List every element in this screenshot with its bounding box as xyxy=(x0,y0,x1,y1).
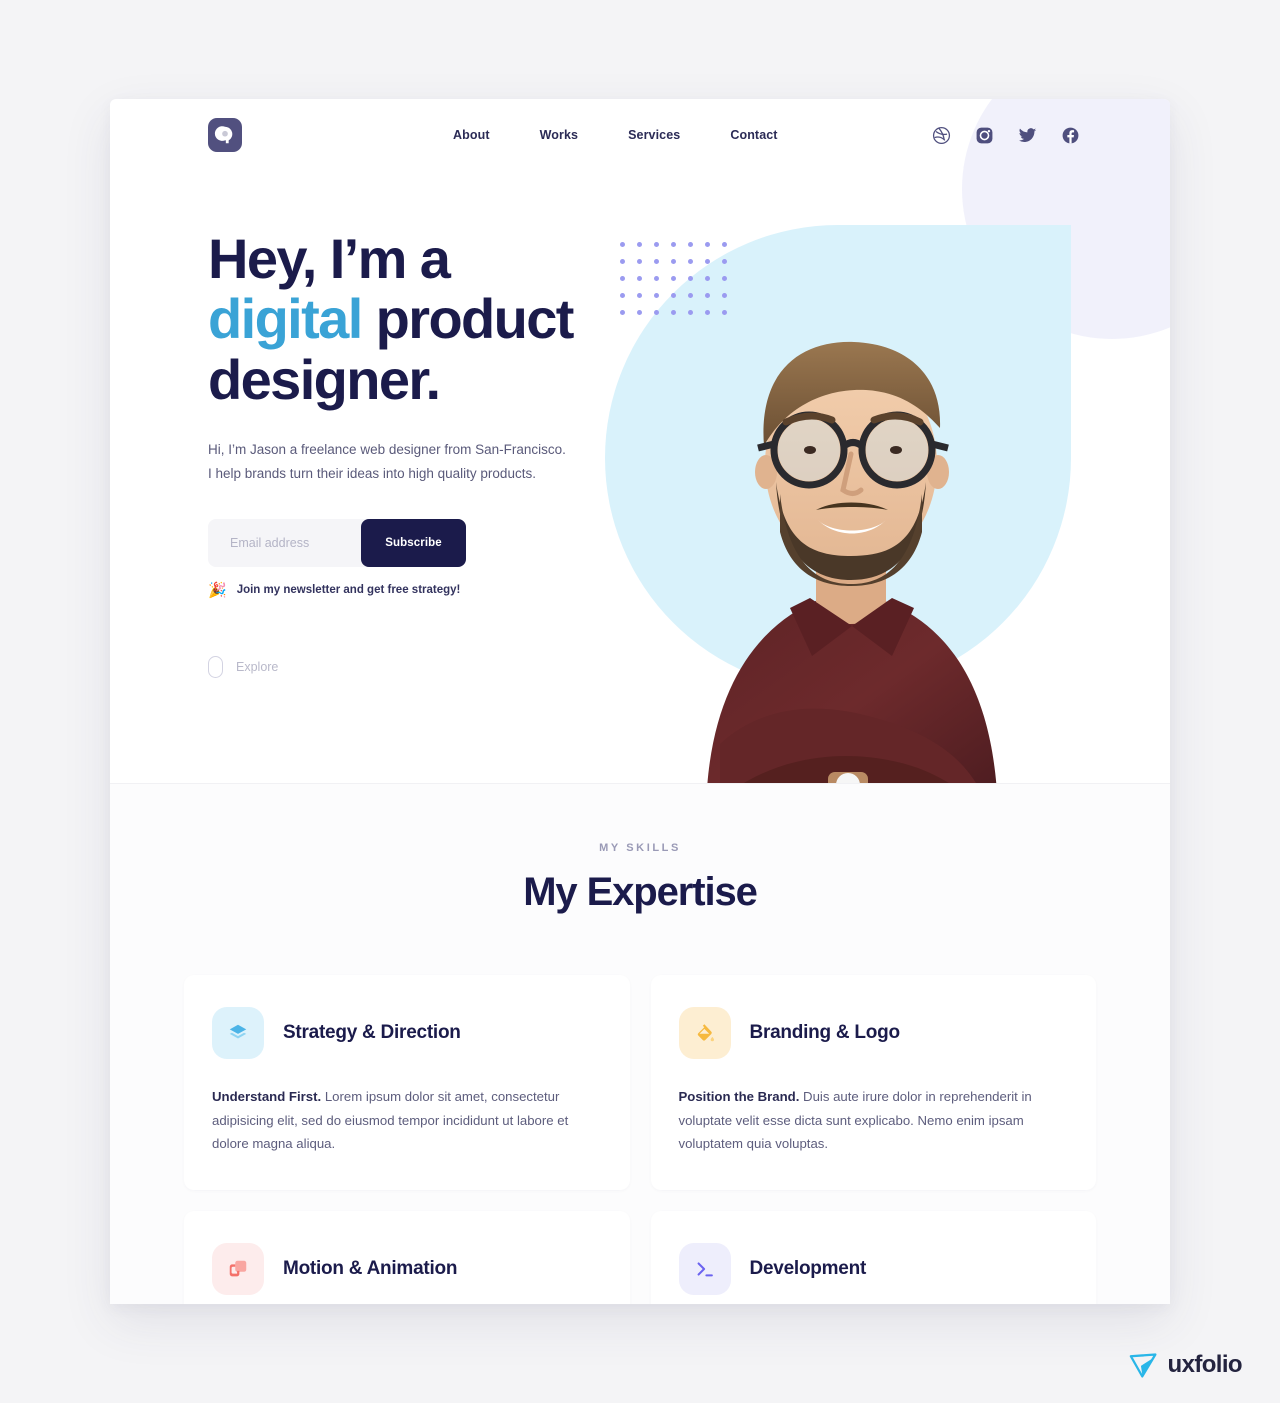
subscribe-button[interactable]: Subscribe xyxy=(361,518,466,567)
card-header: Development xyxy=(678,1242,1067,1295)
hero-description-line2: I help brands turn their ideas into high… xyxy=(208,465,536,481)
hero-headline-accent: digital xyxy=(208,287,363,351)
expertise-card-branding[interactable]: Branding & Logo Position the Brand. Duis… xyxy=(650,975,1096,1190)
skills-section: MY SKILLS My Expertise Strategy & Direct… xyxy=(110,783,1170,1304)
mouse-scroll-icon xyxy=(208,655,223,678)
hero-headline-line1: Hey, I’m a xyxy=(208,227,451,290)
paint-bucket-icon xyxy=(697,1024,714,1042)
explore-label: Explore xyxy=(236,659,279,674)
expertise-card-grid: Strategy & Direction Understand First. L… xyxy=(184,975,1096,1304)
card-header: Branding & Logo xyxy=(678,1007,1067,1059)
nav-item-services[interactable]: Services xyxy=(603,128,705,142)
newsletter-note-text: Join my newsletter and get free strategy… xyxy=(236,584,461,597)
nav-item-contact[interactable]: Contact xyxy=(705,128,802,142)
card-header: Motion & Animation xyxy=(212,1242,600,1295)
hero-headline-rest: product xyxy=(361,287,575,351)
nav-item-works[interactable]: Works xyxy=(515,128,603,142)
card-body-lead: Understand First. xyxy=(212,1089,322,1104)
terminal-icon xyxy=(697,1261,713,1276)
expertise-card-development[interactable]: Development Bringing work to life. Lorem… xyxy=(650,1210,1096,1304)
twitter-icon[interactable] xyxy=(1018,126,1037,145)
newsletter-form: Subscribe xyxy=(208,518,466,567)
card-body: Position the Brand. Duis aute irure dolo… xyxy=(679,1085,1067,1156)
party-popper-icon: 🎉 xyxy=(208,581,227,599)
card-body: Understand First. Lorem ipsum dolor sit … xyxy=(212,1085,600,1156)
copy-layers-icon xyxy=(229,1260,247,1276)
site-logo[interactable] xyxy=(208,118,242,152)
card-title: Branding & Logo xyxy=(749,1022,901,1043)
hero-section: Hey, I’m a digital product designer. Hi,… xyxy=(110,171,1170,783)
card-title: Strategy & Direction xyxy=(283,1022,461,1043)
hero-description: Hi, I’m Jason a freelance web designer f… xyxy=(208,438,588,484)
uxfolio-badge[interactable]: uxfolio xyxy=(1129,1351,1243,1379)
expertise-card-strategy[interactable]: Strategy & Direction Understand First. L… xyxy=(184,975,630,1190)
card-icon-tile xyxy=(212,1242,264,1295)
dribbble-icon[interactable] xyxy=(932,126,951,145)
card-icon-tile xyxy=(678,1007,731,1059)
expertise-card-motion[interactable]: Motion & Animation Communicate to all. O… xyxy=(184,1210,630,1304)
card-icon-tile xyxy=(212,1007,264,1059)
uxfolio-wordmark: uxfolio xyxy=(1167,1351,1243,1378)
site-header: About Works Services Contact xyxy=(110,99,1170,171)
card-title: Development xyxy=(749,1257,867,1279)
card-title: Motion & Animation xyxy=(283,1257,458,1279)
hero-headline: Hey, I’m a digital product designer. xyxy=(208,227,638,411)
uxfolio-arrow-icon xyxy=(1129,1353,1157,1378)
card-header: Strategy & Direction xyxy=(212,1007,600,1059)
main-navigation: About Works Services Contact xyxy=(428,128,803,142)
newsletter-note: 🎉 Join my newsletter and get free strate… xyxy=(208,583,1170,598)
card-icon-tile xyxy=(678,1242,731,1295)
hero-headline-line3: designer. xyxy=(208,347,441,411)
card-body-lead: Position the Brand. xyxy=(678,1089,800,1104)
instagram-icon[interactable] xyxy=(975,126,994,145)
layers-icon xyxy=(229,1024,247,1039)
social-links xyxy=(932,126,1080,145)
facebook-icon[interactable] xyxy=(1061,126,1080,145)
nav-item-about[interactable]: About xyxy=(428,128,515,142)
site-preview-card: About Works Services Contact Hey, I’m a … xyxy=(110,99,1170,1304)
skills-eyebrow: MY SKILLS xyxy=(599,842,681,854)
explore-scroll-hint[interactable]: Explore xyxy=(208,655,1170,678)
logo-keyhole-icon xyxy=(214,126,233,144)
hero-description-line1: Hi, I’m Jason a freelance web designer f… xyxy=(208,442,566,458)
skills-title: My Expertise xyxy=(523,870,758,914)
